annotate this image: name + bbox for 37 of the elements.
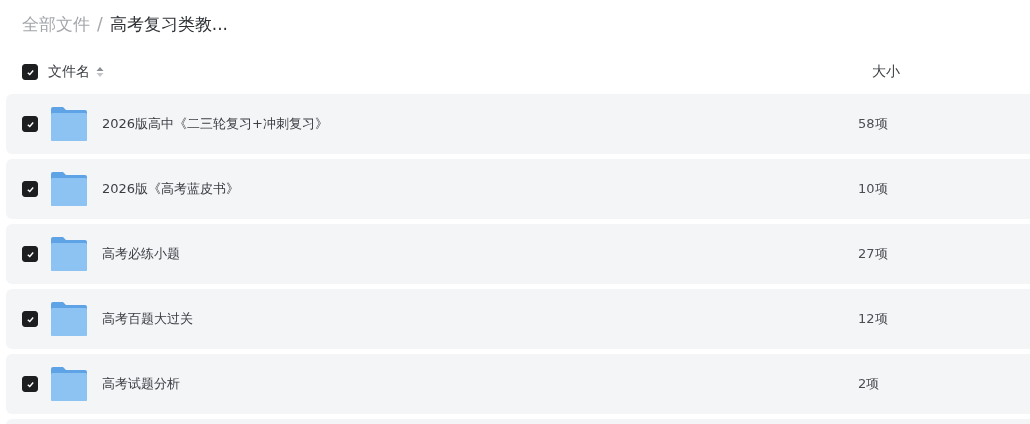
row-checkbox[interactable] (22, 246, 38, 262)
check-icon (25, 379, 35, 389)
folder-row[interactable]: 2026版高中《二三轮复习+冲刺复习》 58项 (6, 94, 1030, 154)
folder-name: 高考必练小题 (102, 245, 181, 263)
item-count: 10项 (858, 180, 888, 198)
row-checkbox[interactable] (22, 116, 38, 132)
folder-name: 2026版《高考蓝皮书》 (102, 180, 241, 198)
folder-row[interactable]: 2026版《高考蓝皮书》 10项 (6, 159, 1030, 219)
folder-name: 高考百题大过关 (102, 310, 194, 328)
select-all-checkbox[interactable] (22, 64, 38, 80)
folder-name: 2026版高中《二三轮复习+冲刺复习》 (102, 115, 329, 133)
breadcrumb-separator: / (97, 14, 103, 34)
row-checkbox[interactable] (22, 181, 38, 197)
folder-row[interactable]: 高考百题大过关 12项 (6, 289, 1030, 349)
check-icon (25, 249, 35, 259)
folder-icon (51, 302, 87, 336)
folder-icon (51, 367, 87, 401)
folder-icon (51, 172, 87, 206)
row-checkbox[interactable] (22, 376, 38, 392)
check-icon (25, 67, 35, 77)
check-icon (25, 314, 35, 324)
sort-icon[interactable] (96, 66, 104, 78)
item-count: 2项 (858, 375, 880, 393)
breadcrumb-item: 高考复习类教... (109, 12, 228, 36)
folder-row[interactable]: 高考必练小题 27项 (6, 224, 1030, 284)
column-header[interactable]: 文件名 (48, 63, 90, 81)
check-icon (25, 119, 35, 129)
row-checkbox[interactable] (22, 311, 38, 327)
column-header: 大小 (872, 63, 900, 81)
folder-icon (51, 107, 87, 141)
folder-name: 高考试题分析 (102, 375, 181, 393)
folder-row[interactable]: 高考试题分析 2项 (6, 354, 1030, 414)
check-icon (25, 184, 35, 194)
folder-icon (51, 237, 87, 271)
item-count: 27项 (858, 245, 888, 263)
item-count: 58项 (858, 115, 888, 133)
item-count: 12项 (858, 310, 888, 328)
